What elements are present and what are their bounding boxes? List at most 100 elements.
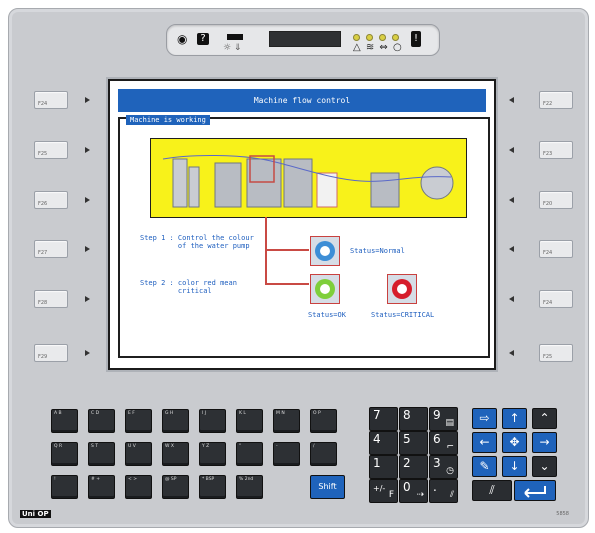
function-key-right-2[interactable]: F23 — [539, 141, 573, 159]
function-key-label: F24 — [38, 101, 48, 107]
key-uv[interactable]: U V — [125, 442, 152, 466]
key-kl[interactable]: K L — [236, 409, 263, 433]
connector-line — [265, 283, 309, 285]
key-slash[interactable]: / — [310, 442, 337, 466]
arrow-left-icon — [509, 197, 514, 203]
function-key-left-6[interactable]: F29 — [34, 344, 68, 362]
enter-key[interactable] — [514, 480, 556, 501]
key-label: . — [433, 480, 437, 494]
machine-part — [370, 172, 400, 208]
key-label: < > — [128, 477, 137, 482]
function-key-left-1[interactable]: F24 — [34, 91, 68, 109]
clear-key[interactable]: ⫽ — [472, 480, 512, 501]
enter-symbol-icon: ⇢ — [416, 490, 424, 500]
function-key-label: F27 — [38, 250, 48, 256]
key-label: +/- — [373, 484, 386, 493]
arrow-left-icon — [509, 97, 514, 103]
indicator-dot — [366, 34, 373, 41]
key-gh[interactable]: G H — [162, 409, 189, 433]
key-yz[interactable]: Y Z — [199, 442, 226, 466]
exit-key[interactable]: ⇨ — [472, 408, 497, 429]
slash-icon: ⫽ — [449, 490, 454, 500]
key-label: W X — [165, 444, 174, 449]
arrow-down-key[interactable]: ↓ — [502, 456, 527, 477]
key-hash[interactable]: # + — [88, 475, 115, 499]
page-down-key[interactable]: ⌄ — [532, 456, 557, 477]
hmi-screen: Machine flow control Machine is working … — [108, 79, 496, 370]
key-quote[interactable]: " — [236, 442, 263, 466]
key-qr[interactable]: Q R — [51, 442, 78, 466]
num-4[interactable]: 4 — [369, 431, 398, 455]
pump-icon — [392, 279, 412, 299]
pump-icon — [315, 279, 335, 299]
page-up-key[interactable]: ⌃ — [532, 408, 557, 429]
eye-icon: ◉ — [177, 32, 188, 46]
key-wx[interactable]: W X — [162, 442, 189, 466]
key-label: " — [239, 444, 242, 449]
key-cd[interactable]: C D — [88, 409, 115, 433]
key-op[interactable]: O P — [310, 409, 337, 433]
arrow-left-key[interactable]: ← — [472, 432, 497, 453]
key-label: % 2nd — [239, 477, 254, 482]
arrow-right-key[interactable]: → — [532, 432, 557, 453]
status-ok: Status=OK — [308, 311, 346, 319]
function-key-right-4[interactable]: F24 — [539, 240, 573, 258]
arrow-left-icon — [509, 147, 514, 153]
num-1[interactable]: 1 — [369, 455, 398, 479]
key-mn[interactable]: M N — [273, 409, 300, 433]
printer-icon: ▤ — [445, 418, 454, 428]
arrow-left-icon — [509, 296, 514, 302]
crosshair-icon: ✥ — [509, 435, 520, 449]
function-key-right-6[interactable]: F25 — [539, 344, 573, 362]
key-angle[interactable]: < > — [125, 475, 152, 499]
num-8[interactable]: 8 — [399, 407, 428, 431]
status-lcd — [269, 31, 341, 47]
center-key[interactable]: ✥ — [502, 432, 527, 453]
arrow-right-icon — [85, 246, 90, 252]
key-st[interactable]: S T — [88, 442, 115, 466]
num-2[interactable]: 2 — [399, 455, 428, 479]
slash-icon: ⫽ — [489, 483, 495, 497]
key-ab[interactable]: A B — [51, 409, 78, 433]
key-label: 9 — [433, 408, 441, 422]
key-2nd[interactable]: % 2nd — [236, 475, 263, 499]
function-key-right-3[interactable]: F20 — [539, 191, 573, 209]
key-label: 5 — [403, 432, 411, 446]
key-bsp[interactable]: * BSP — [199, 475, 226, 499]
arrow-up-key[interactable]: ↑ — [502, 408, 527, 429]
function-key-label: F22 — [543, 101, 553, 107]
key-label: G H — [165, 411, 174, 416]
key-label: - — [276, 444, 278, 449]
machine-part — [316, 172, 338, 208]
function-key-label: F25 — [38, 151, 48, 157]
key-label: 3 — [433, 456, 441, 470]
num-7[interactable]: 7 — [369, 407, 398, 431]
key-ij[interactable]: I J — [199, 409, 226, 433]
num-5[interactable]: 5 — [399, 431, 428, 455]
function-key-right-1[interactable]: F22 — [539, 91, 573, 109]
key-ef[interactable]: E F — [125, 409, 152, 433]
function-key-right-5[interactable]: F24 — [539, 290, 573, 308]
num-6[interactable]: 6 ⌐ — [429, 431, 458, 455]
key-exclaim[interactable]: ! — [51, 475, 78, 499]
key-label: O P — [313, 411, 321, 416]
function-key-left-3[interactable]: F26 — [34, 191, 68, 209]
edit-icon: ✎ — [479, 459, 490, 473]
key-label: * BSP — [202, 477, 215, 482]
function-key-left-5[interactable]: F28 — [34, 290, 68, 308]
key-space[interactable]: @ SP — [162, 475, 189, 499]
num-9[interactable]: 9 ▤ — [429, 407, 458, 431]
key-dash[interactable]: - — [273, 442, 300, 466]
num-dot[interactable]: . ⫽ — [429, 479, 458, 503]
shift-key[interactable]: Shift — [310, 475, 345, 499]
num-0[interactable]: 0 ⇢ — [399, 479, 428, 503]
arrow-right-icon — [85, 350, 90, 356]
num-plus-minus[interactable]: +/- F — [369, 479, 398, 503]
indicator-dot — [392, 34, 399, 41]
status-symbols: △ ≋ ⇔ ○ — [353, 42, 403, 53]
function-key-left-4[interactable]: F27 — [34, 240, 68, 258]
edit-key[interactable]: ✎ — [472, 456, 497, 477]
num-3[interactable]: 3 ◷ — [429, 455, 458, 479]
function-key-label: F23 — [543, 151, 553, 157]
function-key-left-2[interactable]: F25 — [34, 141, 68, 159]
